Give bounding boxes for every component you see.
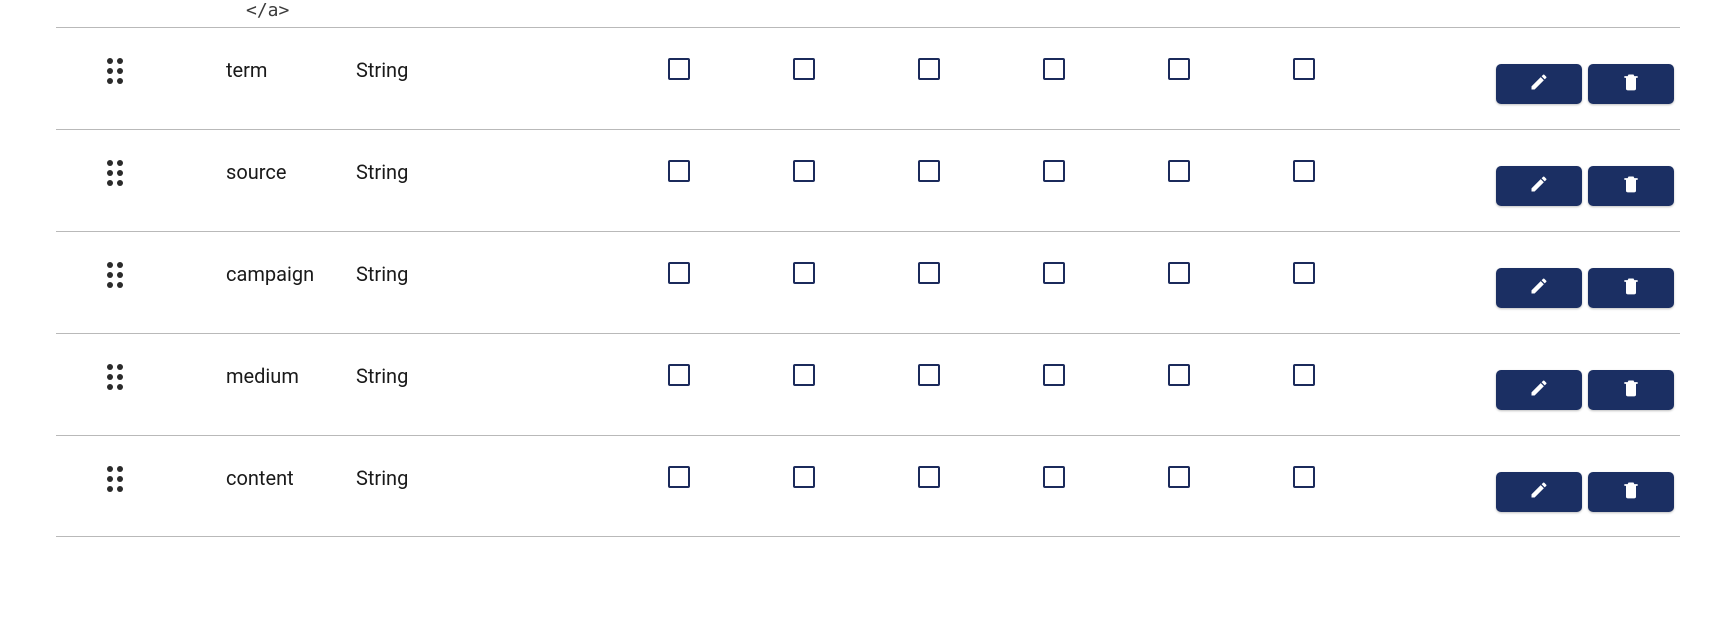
checkbox[interactable] [793, 58, 815, 80]
checkbox[interactable] [793, 160, 815, 182]
checkbox[interactable] [1043, 160, 1065, 182]
checkbox[interactable] [668, 466, 690, 488]
delete-button[interactable] [1588, 166, 1674, 206]
edit-button[interactable] [1496, 370, 1582, 410]
delete-button[interactable] [1588, 370, 1674, 410]
checkbox[interactable] [1293, 58, 1315, 80]
checkbox[interactable] [668, 262, 690, 284]
checkbox[interactable] [668, 160, 690, 182]
field-type: String [356, 58, 556, 82]
trash-icon [1621, 72, 1641, 96]
pencil-icon [1529, 72, 1549, 96]
drag-handle-icon[interactable] [107, 262, 125, 288]
checkbox[interactable] [1293, 160, 1315, 182]
checkbox[interactable] [793, 466, 815, 488]
checkbox[interactable] [1293, 262, 1315, 284]
edit-button[interactable] [1496, 166, 1582, 206]
edit-button[interactable] [1496, 472, 1582, 512]
checkbox[interactable] [918, 364, 940, 386]
checkbox[interactable] [1043, 58, 1065, 80]
checkbox[interactable] [1043, 466, 1065, 488]
table-row: termString [56, 27, 1680, 129]
checkbox[interactable] [1293, 466, 1315, 488]
checkbox[interactable] [918, 262, 940, 284]
trash-icon [1621, 276, 1641, 300]
field-name: campaign [226, 262, 356, 286]
table-row: campaignString [56, 231, 1680, 333]
drag-handle-icon[interactable] [107, 466, 125, 492]
trash-icon [1621, 378, 1641, 402]
table-row: sourceString [56, 129, 1680, 231]
checkbox[interactable] [918, 160, 940, 182]
pencil-icon [1529, 480, 1549, 504]
delete-button[interactable] [1588, 64, 1674, 104]
checkbox[interactable] [793, 262, 815, 284]
checkbox[interactable] [1168, 262, 1190, 284]
pencil-icon [1529, 276, 1549, 300]
code-fragment: </a> [56, 0, 1680, 27]
checkbox[interactable] [918, 466, 940, 488]
field-type: String [356, 466, 556, 490]
trash-icon [1621, 174, 1641, 198]
delete-button[interactable] [1588, 472, 1674, 512]
table-row: contentString [56, 435, 1680, 537]
pencil-icon [1529, 174, 1549, 198]
field-name: medium [226, 364, 356, 388]
checkbox[interactable] [793, 364, 815, 386]
delete-button[interactable] [1588, 268, 1674, 308]
checkbox[interactable] [1168, 466, 1190, 488]
checkbox[interactable] [668, 58, 690, 80]
field-type: String [356, 364, 556, 388]
checkbox[interactable] [1293, 364, 1315, 386]
drag-handle-icon[interactable] [107, 160, 125, 186]
field-name: content [226, 466, 356, 490]
checkbox[interactable] [1168, 364, 1190, 386]
checkbox[interactable] [1043, 364, 1065, 386]
checkbox[interactable] [1043, 262, 1065, 284]
table-row: mediumString [56, 333, 1680, 435]
drag-handle-icon[interactable] [107, 364, 125, 390]
edit-button[interactable] [1496, 268, 1582, 308]
trash-icon [1621, 480, 1641, 504]
edit-button[interactable] [1496, 64, 1582, 104]
fields-table: termStringsourceStringcampaignStringmedi… [56, 27, 1680, 537]
field-type: String [356, 262, 556, 286]
pencil-icon [1529, 378, 1549, 402]
checkbox[interactable] [1168, 58, 1190, 80]
field-type: String [356, 160, 556, 184]
drag-handle-icon[interactable] [107, 58, 125, 84]
checkbox[interactable] [918, 58, 940, 80]
field-name: term [226, 58, 356, 82]
checkbox[interactable] [668, 364, 690, 386]
checkbox[interactable] [1168, 160, 1190, 182]
field-name: source [226, 160, 356, 184]
